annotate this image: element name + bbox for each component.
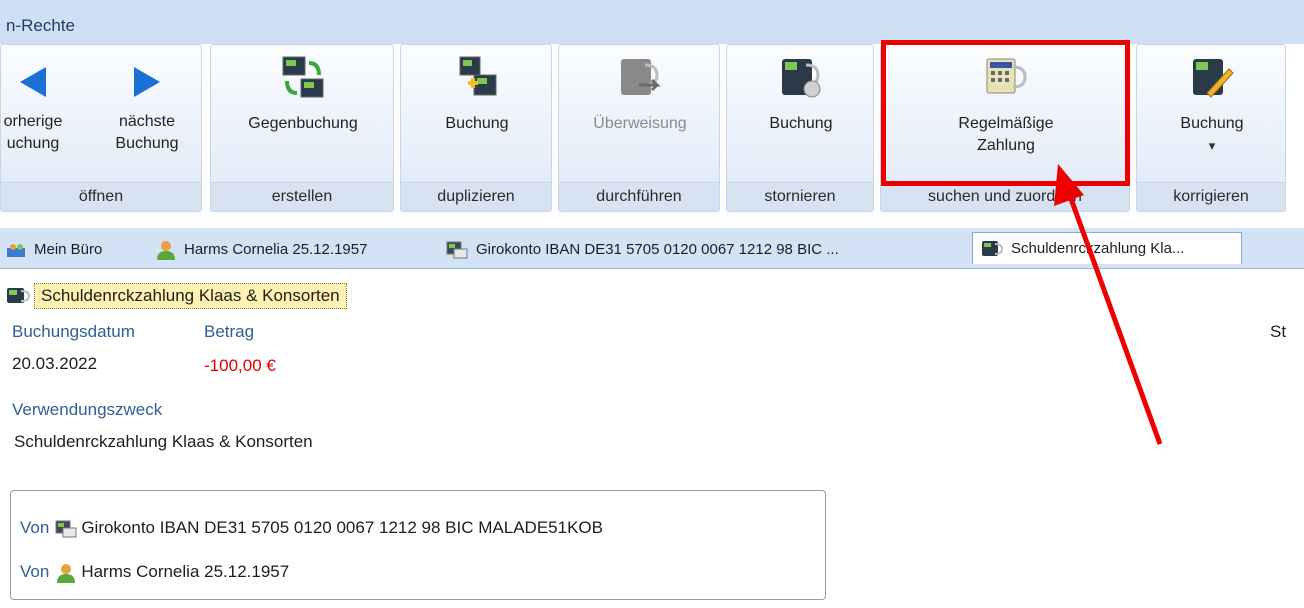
group-label-open: öffnen [1,182,201,211]
edit-booking-icon [1193,59,1234,98]
cancel-booking-button[interactable]: Buchung [727,55,875,135]
previous-booking-label-2: uchung [6,135,60,152]
tab-label: Harms Cornelia 25.12.1957 [184,241,368,258]
document-header: Schuldenrckzahlung Klaas & Konsorten [6,283,347,309]
tab-mein-buero[interactable]: Mein Büro [6,236,102,264]
duplicate-booking-button[interactable]: Buchung [401,55,553,135]
transfer-button[interactable]: Überweisung [559,55,721,135]
tab-label: Mein Büro [34,241,103,258]
amount-label: Betrag [204,322,255,341]
counter-booking-icon [282,56,324,98]
next-booking-button[interactable]: nächste Buchung [105,65,189,155]
ribbon-group-cancel: Buchung stornieren [726,44,874,212]
ribbon-group-create: Gegenbuchung erstellen [210,44,394,212]
duplicate-booking-icon [459,56,497,96]
purpose-value: Schuldenrckzahlung Klaas & Konsorten [14,432,313,451]
tab-label: Girokonto IBAN DE31 5705 0120 0067 1212 … [476,241,839,258]
next-booking-label-2: Buchung [115,135,179,152]
tab-person[interactable]: Harms Cornelia 25.12.1957 [156,236,367,264]
tab-bank-account[interactable]: Girokonto IBAN DE31 5705 0120 0067 1212 … [446,236,839,264]
from-label: Von [20,518,50,537]
ribbon-group-search-assign: Regelmäßige Zahlung suchen und zuordnen [880,44,1130,212]
calendar-payment-icon [986,58,1027,94]
person-icon [57,563,76,583]
bank-account-icon [55,520,77,538]
ribbon-group-duplicate: Buchung duplizieren [400,44,552,212]
person-link[interactable]: Harms Cornelia 25.12.1957 [81,562,289,581]
transfer-icon [621,59,661,95]
arrow-right-icon [134,67,160,97]
group-label-create: erstellen [211,182,393,211]
booking-date-label: Buchungsdatum [12,322,135,341]
tab-label: Schuldenrckzahlung Kla... [1011,240,1185,257]
group-label-duplicate: duplizieren [401,182,551,211]
group-label-cancel: stornieren [727,182,873,211]
from-label: Von [20,562,50,581]
amount-value: -100,00 € [204,356,276,375]
group-label-correct: korrigieren [1137,182,1285,211]
group-label-execute: durchführen [559,182,719,211]
recurring-payment-label-2: Zahlung [977,137,1035,154]
ribbon-group-correct: Buchung ▾ korrigieren [1136,44,1286,212]
ribbon-header: n-Rechte [0,0,1304,44]
counter-booking-label: Gegenbuchung [248,115,358,132]
group-label-search-assign: suchen und zuordnen [881,182,1129,211]
booking-date-value: 20.03.2022 [12,354,98,373]
cancel-booking-label: Buchung [769,115,833,132]
document-title: Schuldenrckzahlung Klaas & Konsorten [34,283,347,309]
transfer-label: Überweisung [593,115,687,132]
previous-booking-label-1: orherige [3,113,63,130]
ribbon-tab-title[interactable]: n-Rechte [6,16,75,36]
link-row-person[interactable]: Von Harms Cornelia 25.12.1957 [20,562,289,583]
ribbon-group-open: orherige uchung nächste Buchung öffnen [0,44,202,212]
booking-icon [7,288,31,303]
next-booking-label-1: nächste [118,113,176,130]
bank-account-icon [446,241,468,259]
recurring-payment-button[interactable]: Regelmäßige Zahlung [881,55,1131,157]
person-icon [157,241,175,261]
previous-booking-button[interactable]: orherige uchung [0,65,73,155]
correct-booking-button[interactable]: Buchung ▾ [1137,55,1287,157]
account-link[interactable]: Girokonto IBAN DE31 5705 0120 0067 1212 … [81,518,603,537]
related-links-box [10,490,826,600]
cancel-booking-icon [782,59,821,98]
counter-booking-button[interactable]: Gegenbuchung [211,55,395,135]
purpose-label: Verwendungszweck [12,400,163,419]
office-icon [7,244,25,258]
link-row-account[interactable]: Von Girokonto IBAN DE31 5705 0120 0067 1… [20,518,603,538]
correct-booking-label: Buchung [1180,115,1244,132]
recurring-payment-label-1: Regelmäßige [958,115,1054,132]
ribbon-group-execute: Überweisung durchführen [558,44,720,212]
booking-icon [982,241,1003,257]
arrow-left-icon [20,67,46,97]
tab-booking-active[interactable]: Schuldenrckzahlung Kla... [972,232,1242,264]
duplicate-booking-label: Buchung [445,115,509,132]
status-label: St [1270,322,1287,341]
dropdown-arrow-icon: ▾ [1208,138,1216,153]
